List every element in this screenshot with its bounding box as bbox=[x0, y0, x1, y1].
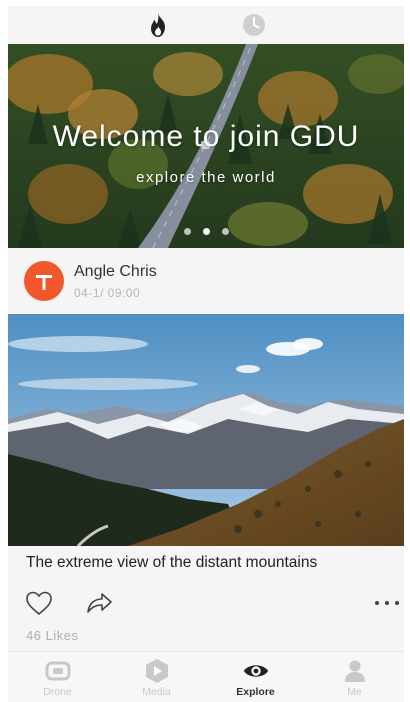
like-button[interactable] bbox=[22, 586, 56, 620]
post-caption: The extreme view of the distant mountain… bbox=[26, 554, 318, 571]
nav-label: Explore bbox=[236, 686, 275, 698]
nav-label: Drone bbox=[43, 686, 72, 698]
media-icon bbox=[145, 659, 168, 683]
nav-media[interactable]: Media bbox=[107, 652, 206, 702]
mountain-photo bbox=[8, 314, 404, 546]
post-image[interactable] bbox=[8, 314, 404, 546]
likes-count: 46 Likes bbox=[26, 628, 79, 643]
banner-subtitle: explore the world bbox=[136, 169, 276, 186]
post-actions bbox=[8, 584, 404, 624]
eye-icon bbox=[243, 665, 268, 677]
top-tab-bar bbox=[8, 6, 404, 44]
person-icon bbox=[344, 660, 365, 682]
author-name[interactable]: Angle Chris bbox=[74, 263, 157, 281]
app-screen: Welcome to join GDU explore the world An… bbox=[8, 6, 404, 702]
share-button[interactable] bbox=[82, 586, 116, 620]
carousel-indicator bbox=[8, 228, 404, 235]
flame-icon bbox=[151, 13, 165, 37]
nav-drone[interactable]: Drone bbox=[8, 652, 107, 702]
post-time: 04-1/ 09:00 bbox=[74, 286, 141, 300]
clock-icon bbox=[243, 14, 265, 36]
carousel-dot-active[interactable] bbox=[202, 228, 210, 235]
carousel-dot[interactable] bbox=[183, 228, 191, 235]
avatar-logo-icon bbox=[36, 275, 52, 290]
heart-icon bbox=[26, 591, 52, 616]
share-icon bbox=[87, 593, 112, 613]
tab-hot[interactable] bbox=[144, 11, 172, 39]
bottom-navigation: Drone Media Explore Me bbox=[8, 651, 404, 702]
more-options-button[interactable] bbox=[370, 586, 404, 620]
post-header: Angle Chris 04-1/ 09:00 bbox=[8, 248, 404, 314]
avatar[interactable] bbox=[24, 261, 64, 301]
carousel-dot[interactable] bbox=[221, 228, 229, 235]
welcome-banner[interactable]: Welcome to join GDU explore the world bbox=[8, 44, 404, 248]
nav-me[interactable]: Me bbox=[305, 652, 404, 702]
more-dots-icon bbox=[375, 601, 399, 605]
nav-label: Media bbox=[142, 686, 171, 698]
drone-icon bbox=[45, 661, 70, 681]
tab-recent[interactable] bbox=[240, 11, 268, 39]
banner-title: Welcome to join GDU bbox=[52, 120, 360, 153]
nav-explore[interactable]: Explore bbox=[206, 652, 305, 702]
nav-label: Me bbox=[347, 686, 362, 698]
